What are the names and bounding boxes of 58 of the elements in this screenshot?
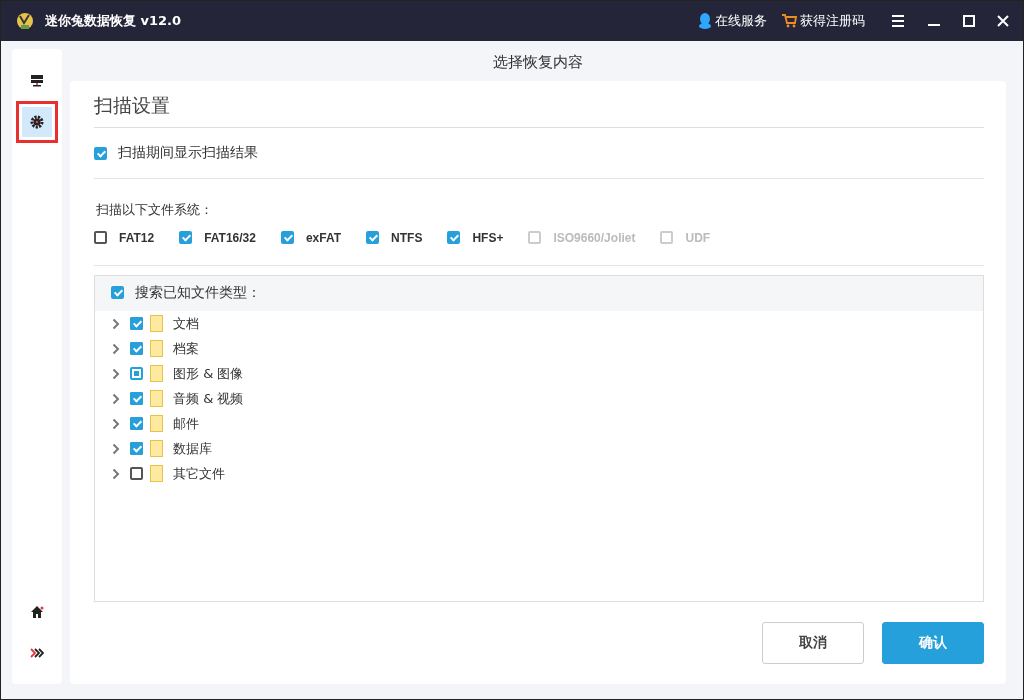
folder-icon [150,390,163,407]
gear-icon [30,115,44,129]
checkbox[interactable] [130,342,143,355]
cancel-button[interactable]: 取消 [762,622,864,664]
file-type-label: 文档 [173,314,199,333]
checkbox[interactable] [280,231,294,244]
folder-icon [150,340,163,357]
checkbox[interactable] [111,286,124,299]
file-type-label: 档案 [173,339,199,358]
header-link[interactable]: 在线服务 [698,12,767,30]
chevron-icon[interactable] [112,442,120,455]
maximize-icon[interactable] [963,15,975,27]
folder-icon [150,365,163,382]
window-title: 迷你兔数据恢复 v12.0 [45,12,182,30]
monitor-icon [30,73,44,87]
checkbox-option[interactable]: 扫描期间显示扫描结果 [94,144,258,162]
checkbox[interactable] [130,442,143,455]
page-title: 选择恢复内容 [492,52,584,73]
checkbox[interactable] [447,231,461,244]
double-chevron-icon [30,648,44,658]
file-system-option[interactable]: FAT12 [94,230,155,245]
file-system-option[interactable]: exFAT [280,230,342,245]
home-icon [30,604,44,618]
chevron-icon[interactable] [112,467,120,480]
checkbox[interactable] [366,231,380,244]
folder-icon [150,315,163,332]
sidebar-item[interactable] [16,101,58,143]
file-type-label: 其它文件 [173,464,225,483]
checkbox-option[interactable]: 搜索已知文件类型： [111,283,261,302]
file-system-option[interactable]: FAT16/32 [179,230,256,245]
section-title: 扫描设置 [94,93,984,128]
chevron-icon[interactable] [112,417,120,430]
chevron-icon[interactable] [112,392,120,405]
chevron-icon[interactable] [112,342,120,355]
file-type-label: 邮件 [173,414,199,433]
file-type-label: 数据库 [173,439,212,458]
folder-icon [150,415,163,432]
checkbox[interactable] [130,392,143,405]
checkbox[interactable] [94,146,107,160]
cart-icon [781,14,797,28]
checkbox[interactable] [179,231,193,244]
folder-icon [150,465,163,482]
header-link[interactable]: 获得注册码 [781,12,865,30]
checkbox[interactable] [130,367,143,380]
close-icon[interactable] [997,15,1009,27]
chevron-icon[interactable] [112,317,120,330]
checkbox[interactable] [130,317,143,330]
checkbox[interactable] [130,467,143,480]
file-system-option[interactable]: HFS+ [447,230,504,245]
checkbox[interactable] [94,231,107,244]
file-type-label: 图形 & 图像 [173,364,244,383]
file-type-label: 音频 & 视频 [173,389,244,408]
folder-icon [150,440,163,457]
file-system-option[interactable]: NTFS [366,230,423,245]
menu-icon[interactable] [891,15,905,27]
chevron-icon[interactable] [112,367,120,380]
checkbox[interactable] [130,417,143,430]
file-system-label: 扫描以下文件系统： [95,200,214,219]
